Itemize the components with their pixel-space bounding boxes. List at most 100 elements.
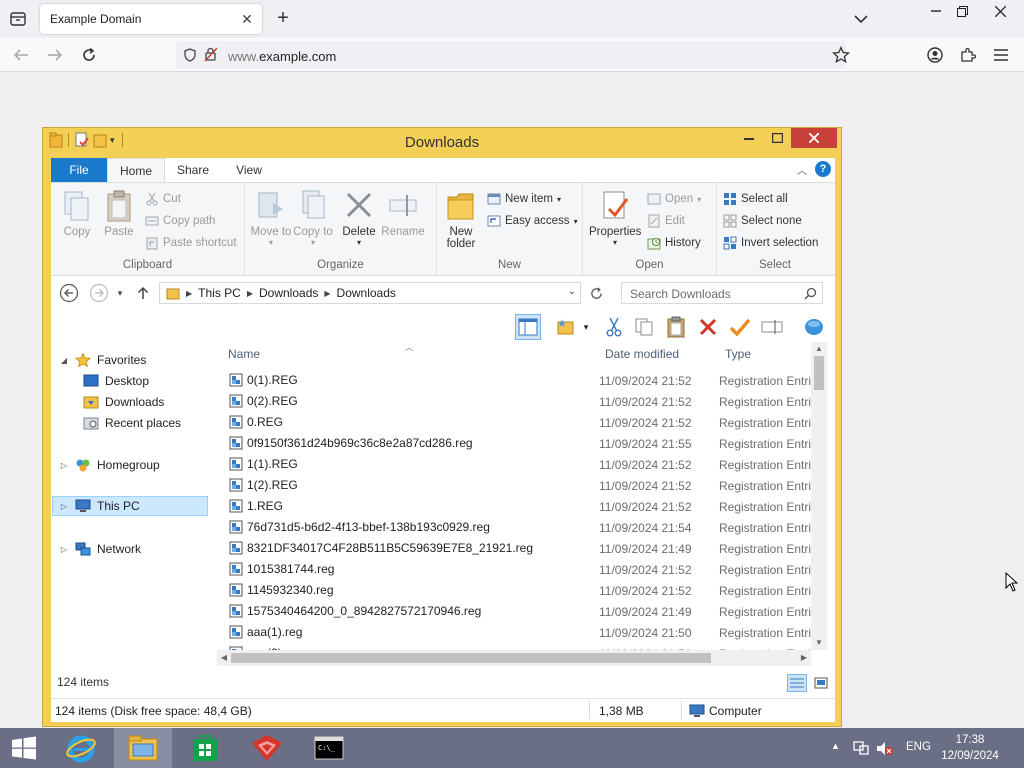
horizontal-scroll-thumb[interactable] [231,653,711,663]
nav-network[interactable]: ▷ Network [59,539,141,559]
select-none-button[interactable]: Select none [723,211,802,231]
taskbar-store[interactable] [176,728,234,768]
nav-recent-places[interactable]: Recent places [83,413,181,433]
explorer-forward-button[interactable] [89,283,109,303]
vertical-scroll-thumb[interactable] [814,356,824,390]
preview-pane-button[interactable] [515,314,541,340]
scroll-left-icon[interactable]: ◀ [217,650,231,666]
vertical-scrollbar[interactable]: ▲ ▼ [811,342,827,650]
forward-button[interactable] [44,44,66,66]
file-row[interactable]: 1(2).REG 11/09/2024 21:52 Registration Ent… [217,475,811,496]
file-row[interactable]: 1(1).REG 11/09/2024 21:52 Registration Ent… [217,454,811,475]
file-row[interactable]: 1575340464200_0_8942827572170946.reg 11/0… [217,601,811,622]
file-row[interactable]: aaa(1).reg 11/09/2024 21:50 Registration E… [217,622,811,643]
toolbar-copy-button[interactable] [631,314,657,340]
nav-homegroup[interactable]: ▷ Homegroup [59,455,160,475]
invert-selection-button[interactable]: Invert selection [723,233,818,253]
new-tab-button[interactable]: + [272,7,294,29]
expand-icon[interactable]: ▷ [59,461,69,470]
cut-button[interactable]: Cut [145,189,181,209]
file-row[interactable]: 1.REG 11/09/2024 21:52 Registration Entrie… [217,496,811,517]
nav-this-pc[interactable]: ▷ This PC [52,496,208,516]
close-tab-button[interactable]: ✕ [238,10,256,28]
paste-button[interactable]: Paste [97,187,141,251]
expand-icon[interactable]: ▷ [59,502,69,511]
file-row[interactable]: 0.REG 11/09/2024 21:52 Registration Entrie… [217,412,811,433]
folder-options-dropdown[interactable]: ▾ [579,314,593,340]
file-row[interactable]: 0(2).REG 11/09/2024 21:52 Registration Ent… [217,391,811,412]
breadcrumb-this-pc[interactable]: This PC [198,286,241,300]
taskbar-internet-explorer[interactable] [52,728,110,768]
breadcrumb-downloads-current[interactable]: Downloads [337,286,396,300]
reload-button[interactable] [78,44,100,66]
recent-locations-button[interactable]: ▾ [113,283,127,303]
clock[interactable]: 17:38 12/09/2024 [940,732,1000,764]
column-type[interactable]: Type [725,347,751,361]
tab-share[interactable]: Share [167,158,219,182]
address-bar[interactable]: ▶ This PC ▶ Downloads ▶ Downloads ⌄ [159,282,581,304]
browser-restore-button[interactable] [946,0,978,22]
details-view-button[interactable] [787,674,807,692]
browser-close-button[interactable] [976,0,1024,22]
history-button[interactable]: History [647,233,701,253]
scroll-down-icon[interactable]: ▼ [811,636,827,650]
account-button[interactable] [924,44,946,66]
properties-button[interactable]: Properties ▾ [589,187,641,251]
explorer-minimize-button[interactable] [735,128,763,148]
move-to-button[interactable]: Move to ▾ [249,187,293,251]
explorer-back-button[interactable] [59,283,79,303]
toolbar-delete-button[interactable] [695,314,721,340]
nav-favorites[interactable]: ◢ Favorites [59,350,146,370]
address-dropdown-icon[interactable]: ⌄ [568,286,576,297]
copy-path-button[interactable]: Copy path [145,211,215,231]
easy-access-button[interactable]: Easy access ▾ [487,211,578,231]
rename-button[interactable]: Rename [381,187,425,251]
action-center-flag-icon[interactable] [852,740,870,756]
file-row[interactable]: 76d731d5-b6d2-4f13-bbef-138b193c0929.reg… [217,517,811,538]
horizontal-scrollbar[interactable]: ◀ ▶ [217,650,811,666]
browser-tab[interactable]: Example Domain ✕ [40,4,262,34]
refresh-button[interactable] [585,282,607,304]
list-all-tabs-button[interactable] [6,8,30,30]
search-input[interactable]: Search Downloads [621,282,823,304]
explorer-maximize-button[interactable] [763,128,791,148]
extensions-button[interactable] [957,44,979,66]
up-button[interactable] [133,283,153,303]
help-icon[interactable]: ? [815,161,831,177]
expand-open-icon[interactable]: ◢ [59,356,69,365]
expand-icon[interactable]: ▷ [59,545,69,554]
scroll-right-icon[interactable]: ▶ [797,650,811,666]
show-hidden-icons[interactable]: ▲ [831,741,840,751]
bookmark-star-icon[interactable] [832,46,850,64]
toolbar-rename-button[interactable] [759,314,785,340]
app-menu-button[interactable] [990,44,1012,66]
file-row[interactable]: 0f9150f361d24b969c36c8e2a87cd286.reg 11/0… [217,433,811,454]
nav-desktop[interactable]: Desktop [83,371,149,391]
new-folder-button[interactable]: New folder [439,187,483,251]
file-row[interactable]: 1015381744.reg 11/09/2024 21:52 Registrati… [217,559,811,580]
column-date-modified[interactable]: Date modified [605,347,679,361]
nav-downloads[interactable]: Downloads [83,392,164,412]
select-all-button[interactable]: Select all [723,189,788,209]
paste-shortcut-button[interactable]: Paste shortcut [145,233,237,253]
speaker-muted-icon[interactable] [876,741,894,756]
folder-options-button[interactable] [553,314,579,340]
toolbar-cut-button[interactable] [601,314,627,340]
explorer-title-bar[interactable]: ▾ Downloads [43,128,841,158]
tab-menu-button[interactable] [850,8,872,30]
open-button[interactable]: Open ▾ [647,189,701,209]
taskbar-app-red[interactable] [238,728,296,768]
file-row[interactable]: 0(1).REG 11/09/2024 21:52 Registration Ent… [217,370,811,391]
file-row[interactable]: 8321DF34017C4F28B511B5C59639E7E8_21921.r… [217,538,811,559]
tab-view[interactable]: View [221,158,277,182]
copy-button[interactable]: Copy [55,187,99,251]
explorer-close-button[interactable] [791,128,837,148]
file-row[interactable]: 1145932340.reg 11/09/2024 21:52 Registrati… [217,580,811,601]
taskbar-file-explorer[interactable] [114,728,172,768]
breadcrumb-downloads[interactable]: Downloads [259,286,318,300]
back-button[interactable] [10,44,32,66]
new-item-button[interactable]: New item ▾ [487,189,561,209]
large-icons-view-button[interactable] [811,674,831,692]
toolbar-paste-button[interactable] [663,314,689,340]
tab-file[interactable]: File [51,158,107,182]
